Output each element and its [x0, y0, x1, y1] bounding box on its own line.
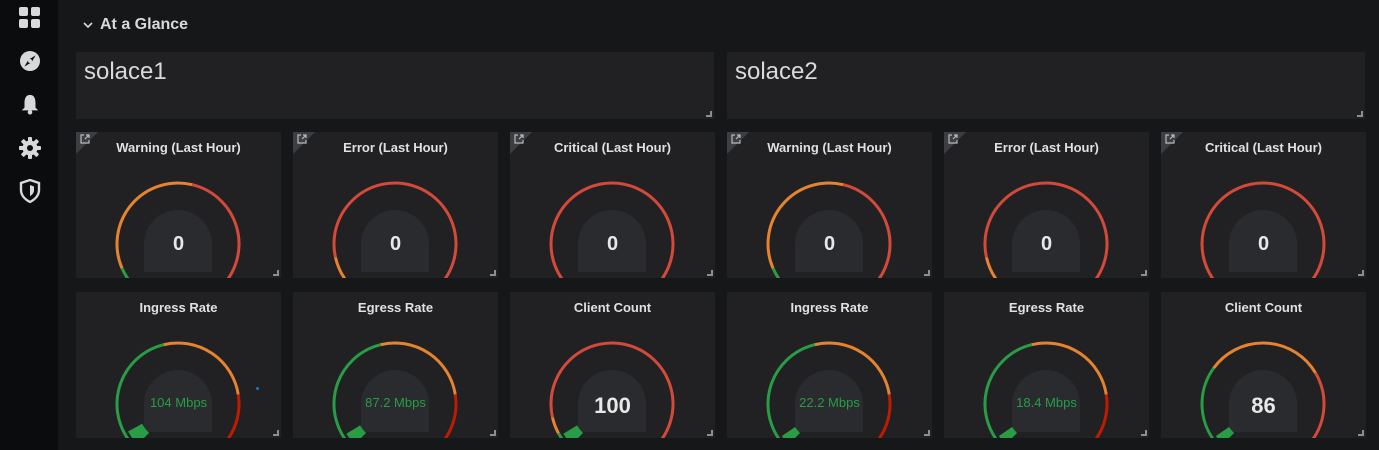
gauge-threshold-band: [985, 256, 998, 278]
rate-gauge-panel: Egress Rate 18.4 Mbps: [944, 292, 1149, 438]
sidebar: [0, 0, 58, 450]
resize-handle[interactable]: [1358, 430, 1364, 436]
alert-gauge-panel: Critical (Last Hour) 0: [510, 132, 715, 278]
gauge-chart: [983, 181, 1109, 278]
alert-gauge-panel: Critical (Last Hour) 0: [1161, 132, 1366, 278]
resize-handle[interactable]: [1358, 270, 1364, 276]
gauge-chart: [115, 341, 241, 438]
gauge-chart: [983, 341, 1109, 438]
gauge-threshold-band: [334, 256, 347, 278]
alert-gauge-panel: Error (Last Hour) 0: [293, 132, 498, 278]
gauge-value: 100: [594, 393, 631, 418]
resize-handle[interactable]: [924, 430, 930, 436]
resize-handle[interactable]: [1141, 270, 1147, 276]
dashboards-icon[interactable]: [17, 5, 43, 31]
gauge-value-fill: [346, 425, 367, 438]
alert-gauge-panel: Error (Last Hour) 0: [944, 132, 1149, 278]
explore-icon[interactable]: [17, 48, 43, 74]
gauge-threshold-band: [771, 267, 781, 278]
resize-handle[interactable]: [707, 270, 713, 276]
resize-handle[interactable]: [273, 430, 279, 436]
gauge-value-fill: [563, 425, 584, 438]
resize-handle[interactable]: [706, 111, 712, 117]
gauge-value: 0: [172, 233, 185, 255]
text-panel-solace2: solace2: [727, 52, 1365, 119]
dashboard-main: At a Glance solace1 solace2 Warning (Las…: [58, 0, 1379, 450]
server-name: solace1: [84, 58, 167, 85]
resize-handle[interactable]: [490, 430, 496, 436]
gauge-value: 0: [389, 233, 402, 255]
rate-gauge-panel: Ingress Rate 104 Mbps: [76, 292, 281, 438]
gauge-chart: [1200, 181, 1326, 278]
rate-gauge-panel: Ingress Rate 22.2 Mbps: [727, 292, 932, 438]
gauge-value: 22.2 Mbps: [799, 395, 860, 410]
gauge-value-fill: [998, 426, 1018, 438]
gauge-value-fill: [128, 423, 150, 438]
gauge-value: 86: [1251, 393, 1276, 418]
resize-handle[interactable]: [1141, 430, 1147, 436]
gauge-chart: [332, 341, 458, 438]
gauge-chart: [332, 181, 458, 278]
sparkline-dot: [256, 387, 259, 390]
resize-handle[interactable]: [924, 270, 930, 276]
chevron-down-icon: [83, 22, 93, 29]
alert-gauge-panel: Warning (Last Hour) 0: [727, 132, 932, 278]
alerting-icon[interactable]: [17, 91, 43, 117]
rate-gauge-panel: Egress Rate 87.2 Mbps: [293, 292, 498, 438]
gauge-value: 0: [823, 233, 836, 255]
shield-icon[interactable]: [17, 178, 43, 204]
gauge-chart: [549, 181, 675, 278]
rate-gauge-panel: Client Count 86: [1161, 292, 1366, 438]
configuration-icon[interactable]: [17, 135, 43, 161]
gauge-threshold-band: [551, 416, 560, 435]
gauge-value-fill: [1215, 426, 1235, 438]
text-panel-solace1: solace1: [76, 52, 714, 119]
resize-handle[interactable]: [273, 270, 279, 276]
resize-handle[interactable]: [707, 430, 713, 436]
gauge-chart: [115, 181, 241, 278]
server-name: solace2: [735, 58, 818, 85]
gauge-chart: [766, 181, 892, 278]
gauge-value: 0: [1257, 233, 1270, 255]
alert-gauge-panel: Warning (Last Hour) 0: [76, 132, 281, 278]
gauge-value-fill: [781, 426, 801, 438]
gauge-threshold-band: [120, 267, 130, 278]
row-header[interactable]: At a Glance: [76, 0, 1366, 50]
row-title: At a Glance: [100, 16, 189, 33]
rate-gauge-panel: Client Count 100: [510, 292, 715, 438]
gauge-chart: [766, 341, 892, 438]
gauge-value: 0: [606, 233, 619, 255]
resize-handle[interactable]: [1357, 111, 1363, 117]
gauge-value: 0: [1040, 233, 1053, 255]
gauge-value: 18.4 Mbps: [1016, 395, 1077, 410]
gauge-threshold-band: [1212, 341, 1317, 374]
gauge-value: 87.2 Mbps: [365, 395, 426, 410]
resize-handle[interactable]: [490, 270, 496, 276]
gauge-value: 104 Mbps: [149, 395, 208, 410]
